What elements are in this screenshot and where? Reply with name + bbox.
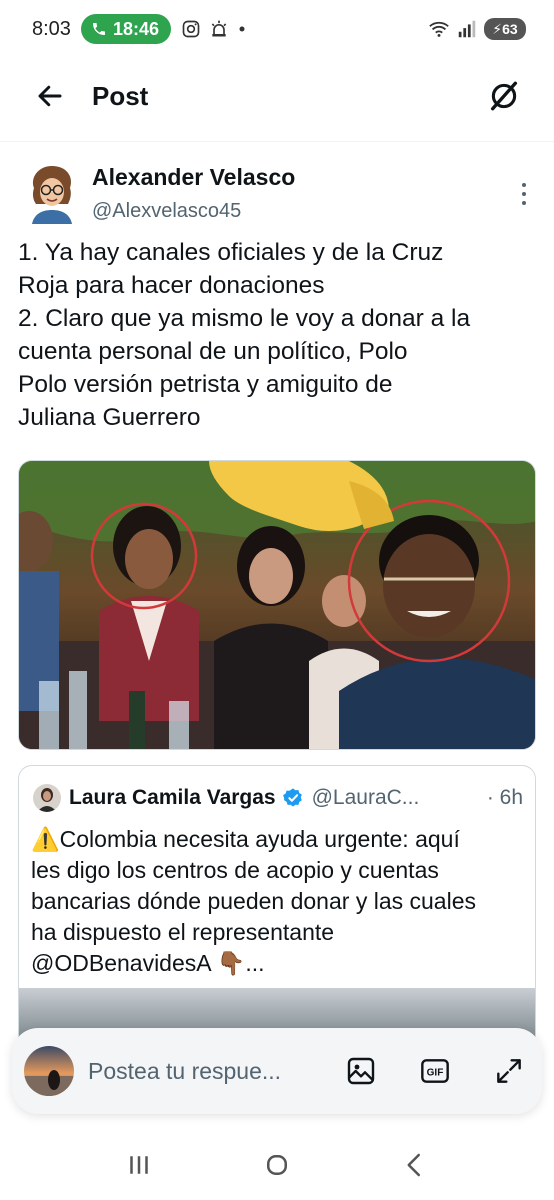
quoted-text-line: bancarias dónde pueden donar y las cuale… [31, 888, 476, 914]
back-button[interactable] [30, 76, 70, 116]
page-title: Post [92, 80, 149, 111]
alert-siren-icon [211, 20, 227, 37]
more-vertical-icon-dot [522, 201, 526, 206]
more-vertical-icon-dot [522, 182, 526, 187]
post-photo[interactable] [18, 460, 536, 750]
add-gif-button[interactable]: GIF [418, 1054, 452, 1088]
more-options-button[interactable] [514, 180, 534, 208]
quoted-post-header: Laura Camila Vargas @LauraC... · 6h [33, 782, 523, 814]
author-handle[interactable]: @Alexvelasco45 [92, 200, 241, 223]
post-header: Alexander Velasco @Alexvelasco45 [20, 160, 540, 230]
wifi-icon [429, 21, 449, 37]
current-user-avatar[interactable] [24, 1046, 74, 1096]
call-indicator[interactable]: 18:46 [80, 14, 171, 44]
notification-icons [181, 19, 247, 39]
author-avatar[interactable] [24, 162, 80, 224]
quoted-avatar-image [33, 784, 61, 812]
reply-input[interactable]: Postea tu respue... [88, 1058, 308, 1085]
home-icon [267, 1155, 287, 1175]
more-vertical-icon-dot [522, 191, 526, 196]
post-text-line: Polo versión petrista y amiguito de [18, 371, 393, 398]
quoted-text-line: ⚠️Colombia necesita ayuda urgente: aquí [31, 826, 460, 852]
signal-icon [458, 20, 476, 38]
reply-composer: Postea tu respue... GIF [12, 1028, 542, 1114]
sunset-avatar-image [24, 1046, 74, 1096]
recent-apps-icon [130, 1156, 148, 1174]
post-text: 1. Ya hay canales oficiales y de la Cruz… [18, 236, 538, 434]
home-button[interactable] [247, 1140, 307, 1190]
cartoon-avatar-image [24, 162, 80, 224]
quoted-author-handle: @LauraC... [311, 786, 420, 809]
image-icon [347, 1057, 375, 1085]
status-time: 8:03 [32, 17, 71, 40]
quoted-text-line: @ODBenavidesA 👇🏾... [31, 950, 265, 976]
quoted-author-name: Laura Camila Vargas [69, 786, 276, 809]
post-text-line: Juliana Guerrero [18, 404, 201, 431]
call-timer: 18:46 [112, 18, 159, 39]
grok-icon [490, 81, 518, 111]
expand-icon [497, 1059, 521, 1083]
gif-icon: GIF [421, 1059, 449, 1083]
chevron-left-icon [407, 1153, 420, 1177]
system-status: ⚡ 63 [428, 18, 526, 40]
post-text-line: cuenta personal de un político, Polo [18, 338, 408, 365]
add-image-button[interactable] [344, 1054, 378, 1088]
back-nav-button[interactable] [385, 1140, 445, 1190]
post-text-line: Roja para hacer donaciones [18, 272, 325, 299]
verified-badge-icon [282, 788, 302, 807]
phone-icon [92, 23, 105, 35]
status-bar: 8:03 18:46 ⚡ 63 [0, 0, 554, 58]
header-divider [0, 141, 554, 142]
quoted-post-time: · 6h [486, 786, 523, 809]
arrow-left-icon [38, 85, 62, 107]
quoted-post-text: ⚠️Colombia necesita ayuda urgente: aquí … [31, 824, 525, 979]
system-navigation-bar [0, 1130, 554, 1200]
svg-text:GIF: GIF [427, 1068, 444, 1079]
battery-indicator: ⚡ 63 [484, 18, 526, 40]
instagram-icon [182, 20, 200, 38]
group-photo-image [19, 461, 535, 749]
grok-button[interactable] [484, 76, 524, 116]
battery-charging-icon: ⚡ [492, 20, 503, 37]
top-app-bar: Post [0, 58, 554, 134]
recent-apps-button[interactable] [109, 1140, 169, 1190]
post-text-line: 2. Claro que ya mismo le voy a donar a l… [18, 305, 471, 332]
quoted-text-line: les digo los centros de acopio y cuentas [31, 857, 439, 883]
dot-icon [239, 26, 245, 32]
post-text-line: 1. Ya hay canales oficiales y de la Cruz [18, 239, 444, 266]
quoted-post[interactable]: Laura Camila Vargas @LauraC... · 6h ⚠️Co… [18, 765, 536, 1065]
battery-level: 63 [502, 21, 518, 37]
reply-actions: GIF [344, 1054, 526, 1088]
quoted-author-avatar[interactable] [33, 784, 61, 812]
expand-composer-button[interactable] [492, 1054, 526, 1088]
quoted-text-line: ha dispuesto el representante [31, 919, 335, 945]
author-name[interactable]: Alexander Velasco [92, 164, 295, 191]
